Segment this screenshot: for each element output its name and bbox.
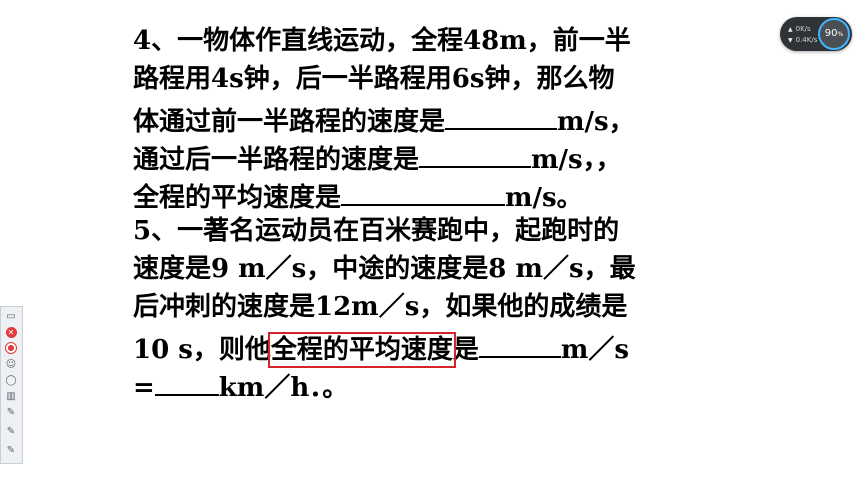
annotation-toolbar: ▭ ✕ ☺ ◯ ▥ ✎ ✎ ✎ [0,306,23,464]
answer-blank [478,326,561,358]
mouse-icon[interactable]: ◯ [3,374,19,388]
q5-line-4-text: 10 s，则他 [133,335,271,365]
trash-icon[interactable]: ▥ [3,390,19,404]
gauge-percent-unit: % [837,31,844,38]
question-text: 4、一物体作直线运动，全程48m，前一半 路程用4s钟，后一半路程用6s钟，那么… [133,22,743,403]
q5-line-4-text-2: 是 [452,335,479,365]
answer-blank [154,364,219,396]
network-speed-widget[interactable]: ▲ 0K/s ▼ 0.4K/s 90% [780,17,852,51]
q4-line-1: 4、一物体作直线运动，全程48m，前一半 [133,26,631,56]
download-arrow-icon: ▼ [788,37,793,44]
pen-icon[interactable]: ✎ [3,444,19,458]
close-icon[interactable]: ✕ [3,326,19,340]
answer-blank [341,174,506,206]
download-speed-value: 0.4K/s [795,36,818,44]
q5-line-5-eq: = [133,373,155,403]
q4-line-5-text: 全程的平均速度是 [133,183,342,213]
q4-line-5-unit: m/s。 [505,183,583,213]
answer-blank [419,136,532,168]
q4-line-3-unit: m/s， [557,107,635,137]
upload-arrow-icon: ▲ [788,26,793,33]
q4-line-3: 体通过前一半路程的速度是 m/s， [133,98,743,137]
q4-line-3-text: 体通过前一半路程的速度是 [133,107,446,137]
download-speed: ▼ 0.4K/s [788,36,817,45]
q5-line-5: = km／h．。 [133,364,743,403]
user-icon[interactable]: ☺ [3,358,19,372]
page-icon[interactable]: ▭ [3,310,19,324]
q4-line-4: 通过后一半路程的速度是 m/s，， [133,136,743,175]
memory-gauge[interactable]: 90% [818,18,850,50]
q4-line-2: 路程用4s钟，后一半路程用6s钟，那么物 [133,64,615,94]
q5-line-4-unit: m／s [560,335,630,365]
q5-line-4: 10 s，则他全程的平均速度是 m／s [133,326,743,368]
q5-line-3: 后冲刺的速度是12m／s，如果他的成绩是 [133,292,628,322]
q4-line-4-text: 通过后一半路程的速度是 [133,145,420,175]
upload-speed-value: 0K/s [795,25,811,33]
answer-blank [445,98,558,130]
q4-line-5: 全程的平均速度是 m/s。 [133,174,743,213]
gauge-percent: 90 [824,28,838,39]
q5-line-1: 5、一著名运动员在百米赛跑中，起跑时的 [133,216,620,246]
upload-speed: ▲ 0K/s [788,25,811,34]
pen-icon[interactable]: ✎ [3,406,19,420]
q5-line-2: 速度是9 m／s，中途的速度是8 m／s，最 [133,254,636,284]
q4-line-4-unit: m/s，， [531,145,622,175]
record-icon[interactable] [3,342,19,356]
q5-line-5-unit: km／h．。 [218,373,349,403]
highlighted-phrase: 全程的平均速度 [267,332,456,368]
pen-icon[interactable]: ✎ [3,425,19,439]
